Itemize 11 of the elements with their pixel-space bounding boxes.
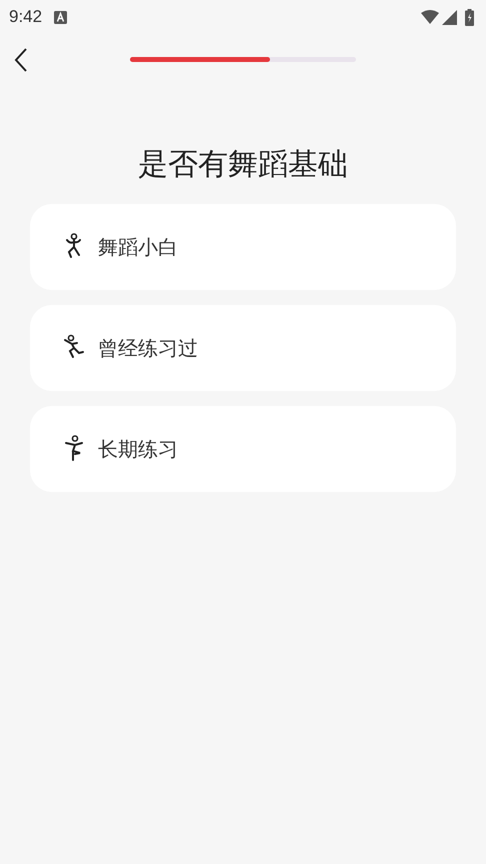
signal-icon <box>442 10 457 24</box>
question-title: 是否有舞蹈基础 <box>137 146 349 184</box>
status-time: 9:42 <box>9 7 42 27</box>
dancer-icon <box>62 435 86 463</box>
back-button[interactable] <box>14 47 28 73</box>
option-button[interactable]: 曾经练习过 <box>30 305 456 391</box>
battery-icon <box>465 8 474 26</box>
wifi-icon <box>421 10 439 24</box>
notification-icon <box>54 10 68 24</box>
option-button[interactable]: 舞蹈小白 <box>30 204 456 290</box>
option-button[interactable]: 长期练习 <box>30 406 456 492</box>
